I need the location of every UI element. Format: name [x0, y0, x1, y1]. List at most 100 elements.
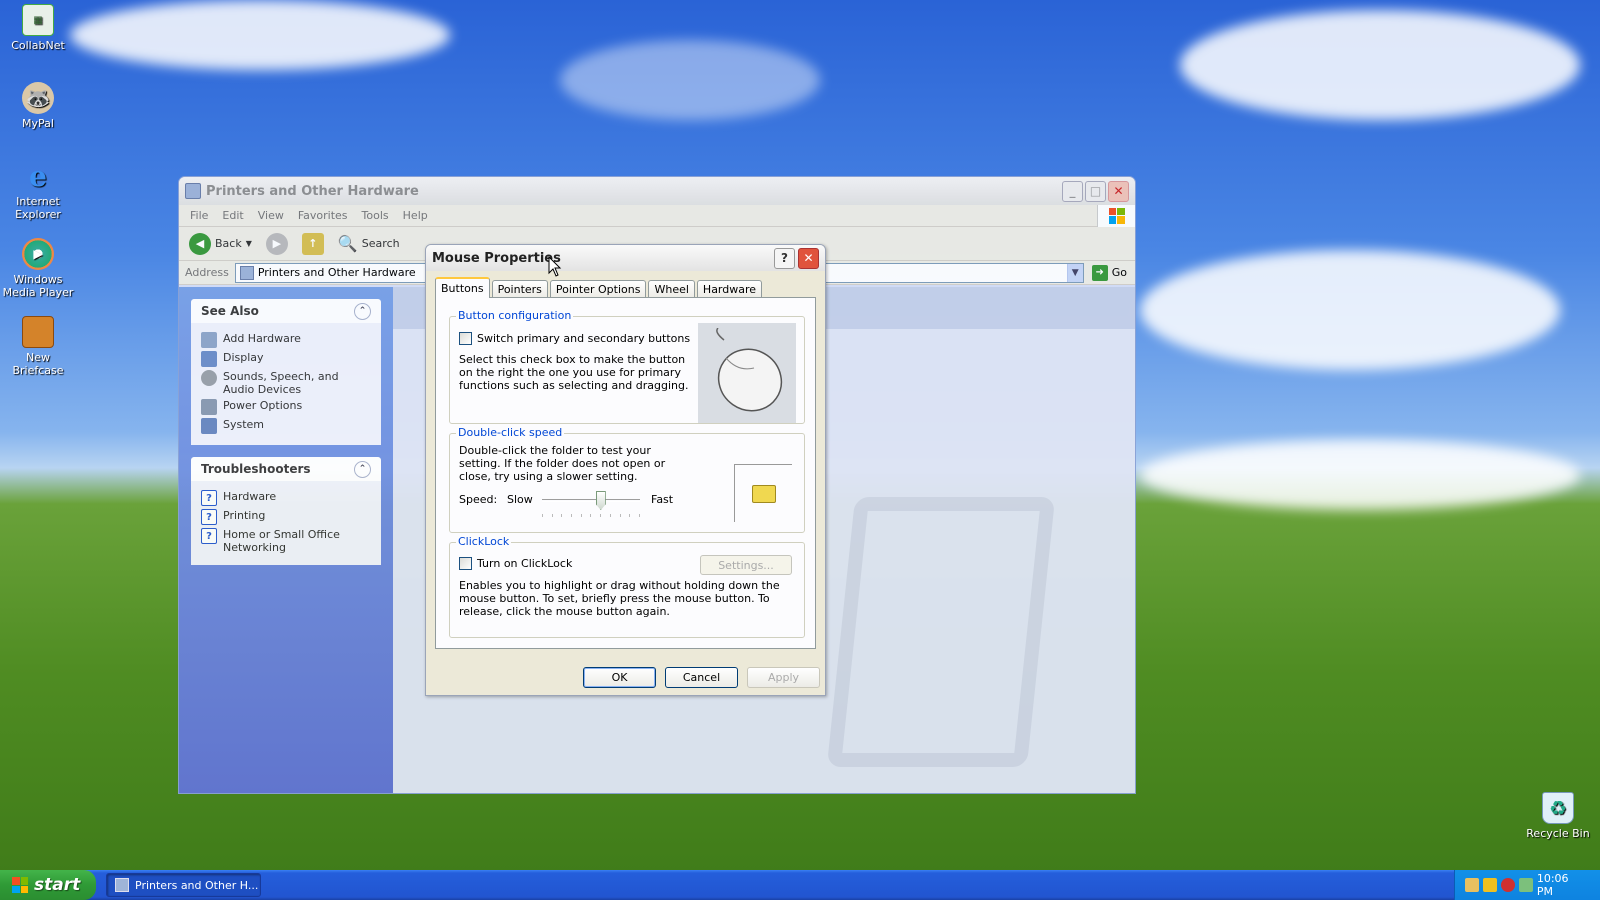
- briefcase-icon: [22, 316, 54, 348]
- chevron-down-icon[interactable]: ▼: [246, 239, 252, 248]
- tab-hardware[interactable]: Hardware: [696, 280, 763, 298]
- test-folder-area[interactable]: [734, 464, 792, 522]
- go-button[interactable]: ➜ Go: [1088, 264, 1135, 281]
- menu-file[interactable]: File: [183, 209, 215, 222]
- antivirus-icon[interactable]: [1500, 878, 1515, 892]
- group-label: ClickLock: [456, 535, 512, 548]
- window-title: Printers and Other Hardware: [206, 183, 419, 199]
- help-icon: ?: [201, 528, 217, 544]
- search-icon: 🔍: [337, 234, 358, 253]
- see-also-add-hardware[interactable]: Add Hardware: [201, 332, 371, 348]
- apply-button[interactable]: Apply: [747, 667, 820, 688]
- troubleshooter-printing[interactable]: ? Printing: [201, 509, 371, 525]
- mouse-cursor-icon: [548, 256, 562, 277]
- troubleshooter-hardware[interactable]: ? Hardware: [201, 490, 371, 506]
- desktop-icon-media-player[interactable]: ▶ Windows Media Player: [0, 238, 76, 299]
- folder-icon[interactable]: [751, 484, 776, 503]
- cancel-button[interactable]: Cancel: [665, 667, 738, 688]
- close-button[interactable]: ✕: [1108, 180, 1129, 202]
- speed-slider-thumb[interactable]: [595, 491, 606, 510]
- explorer-titlebar[interactable]: Printers and Other Hardware _ □ ✕: [179, 177, 1135, 205]
- control-panel-icon: [239, 265, 254, 280]
- network-icon[interactable]: [1465, 878, 1479, 892]
- tab-wheel[interactable]: Wheel: [648, 280, 695, 298]
- menu-view[interactable]: View: [251, 209, 291, 222]
- desktop-icon-label: MyPal: [22, 117, 54, 130]
- desktop-icon-label: Recycle Bin: [1526, 827, 1590, 840]
- speed-label: Speed:: [459, 493, 498, 506]
- tab-pointers[interactable]: Pointers: [491, 280, 548, 298]
- clicklock-checkbox[interactable]: Turn on ClickLock: [459, 557, 572, 570]
- maximize-button[interactable]: □: [1085, 180, 1106, 202]
- checkbox[interactable]: [459, 332, 472, 345]
- security-shield-icon[interactable]: [1482, 878, 1497, 892]
- link-label: Hardware: [223, 490, 277, 503]
- speed-slider-track[interactable]: [542, 499, 640, 502]
- back-button[interactable]: ◀ Back ▼: [185, 231, 256, 257]
- tab-pointer-options[interactable]: Pointer Options: [549, 280, 647, 298]
- see-also-title: See Also: [201, 304, 259, 318]
- windows-logo-icon: [12, 877, 28, 893]
- troubleshooters-panel: Troubleshooters ⌃ ? Hardware ? Printing ? H…: [191, 457, 381, 565]
- search-button[interactable]: 🔍 Search: [334, 232, 404, 255]
- clicklock-settings-button[interactable]: Settings...: [700, 555, 792, 575]
- clock[interactable]: 10:06 PM: [1537, 872, 1600, 898]
- dialog-titlebar[interactable]: Mouse Properties ? ✕: [426, 245, 825, 271]
- link-label: Add Hardware: [223, 332, 301, 345]
- slider-ticks: [542, 514, 640, 517]
- troubleshooter-networking[interactable]: ? Home or Small Office Networking: [201, 528, 371, 554]
- menu-edit[interactable]: Edit: [215, 209, 250, 222]
- switch-buttons-checkbox[interactable]: Switch primary and secondary buttons: [459, 332, 690, 345]
- collabnet-icon: ▦: [22, 4, 54, 36]
- mouse-properties-dialog[interactable]: Mouse Properties ? ✕ Buttons Pointers Po…: [425, 244, 826, 696]
- group-label: Double-click speed: [456, 426, 565, 439]
- see-also-sounds[interactable]: Sounds, Speech, and Audio Devices: [201, 370, 371, 396]
- search-label: Search: [361, 237, 400, 250]
- taskbar-item-explorer[interactable]: Printers and Other H...: [106, 873, 261, 897]
- menu-help[interactable]: Help: [396, 209, 435, 222]
- link-label: Display: [223, 351, 264, 364]
- back-arrow-icon: ◀: [189, 232, 211, 255]
- address-label: Address: [185, 266, 229, 279]
- see-also-system[interactable]: System: [201, 418, 371, 434]
- menu-tools[interactable]: Tools: [355, 209, 396, 222]
- clicklock-description: Enables you to highlight or drag without…: [459, 579, 780, 618]
- menu-favorites[interactable]: Favorites: [291, 209, 355, 222]
- checkbox-label: Switch primary and secondary buttons: [477, 332, 691, 345]
- start-button[interactable]: start: [0, 870, 96, 900]
- button-configuration-group: Button configuration Switch primary and …: [449, 309, 805, 424]
- desktop-icon-label: CollabNet: [11, 39, 65, 52]
- volume-icon[interactable]: [1518, 878, 1533, 892]
- desktop-icon-briefcase[interactable]: New Briefcase: [0, 316, 76, 377]
- desktop-icon-internet-explorer[interactable]: e Internet Explorer: [0, 160, 76, 222]
- desktop-icon-label: Windows Media Player: [2, 273, 74, 299]
- dialog-title: Mouse Properties: [432, 250, 561, 266]
- up-folder-button[interactable]: ↑: [298, 231, 328, 257]
- double-click-description: Double-click the folder to test your set…: [459, 444, 666, 483]
- troubleshooters-header[interactable]: Troubleshooters ⌃: [191, 457, 381, 481]
- collapse-icon[interactable]: ⌃: [354, 460, 371, 478]
- desktop-icon-mypal[interactable]: 🦝 MyPal: [0, 82, 76, 130]
- slow-label: Slow: [507, 493, 533, 506]
- see-also-display[interactable]: Display: [201, 351, 371, 367]
- help-button[interactable]: ?: [774, 247, 795, 269]
- back-label: Back: [215, 237, 242, 250]
- forward-button[interactable]: ▶: [262, 231, 292, 257]
- see-also-header[interactable]: See Also ⌃: [191, 299, 381, 323]
- desktop-icon-recycle-bin[interactable]: ♻ Recycle Bin: [1520, 792, 1596, 840]
- desktop-icon-collabnet[interactable]: ▦ CollabNet: [0, 4, 76, 52]
- display-icon: [201, 351, 217, 367]
- address-dropdown-icon[interactable]: ▼: [1066, 263, 1083, 282]
- see-also-panel: See Also ⌃ Add Hardware Display Sounds, …: [191, 299, 381, 445]
- cloud: [560, 40, 820, 120]
- task-pane: See Also ⌃ Add Hardware Display Sounds, …: [179, 287, 393, 793]
- sounds-icon: [201, 370, 217, 386]
- see-also-power-options[interactable]: Power Options: [201, 399, 371, 415]
- minimize-button[interactable]: _: [1062, 180, 1083, 202]
- collapse-icon[interactable]: ⌃: [354, 302, 371, 320]
- tab-buttons[interactable]: Buttons: [435, 277, 490, 298]
- checkbox[interactable]: [459, 557, 472, 570]
- ok-button[interactable]: OK: [583, 667, 656, 688]
- dialog-close-button[interactable]: ✕: [798, 247, 819, 269]
- taskbar: start Printers and Other H... 10:06 PM: [0, 870, 1600, 900]
